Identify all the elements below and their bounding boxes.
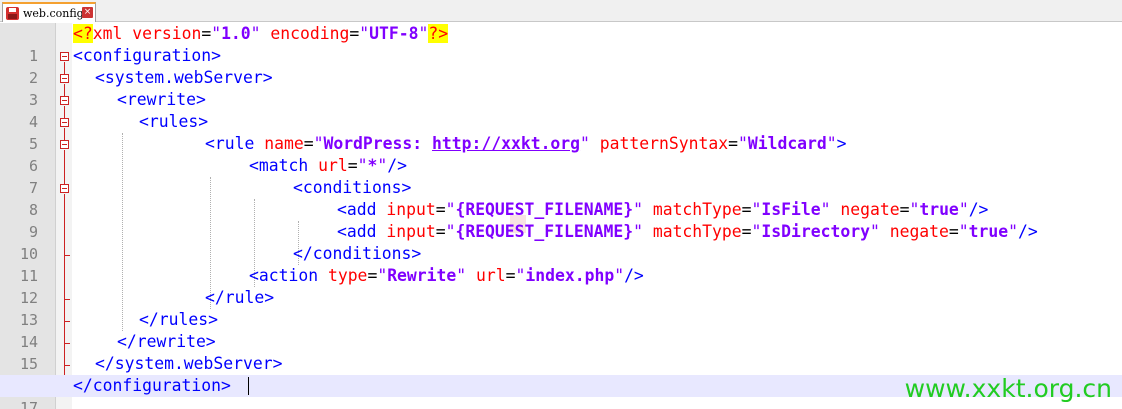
code-text: </system.webServer> — [95, 354, 283, 373]
tab-bar: web.config × — [0, 0, 1122, 22]
code-line: 15 </rewrite> — [0, 331, 1122, 373]
code-text: <add input="{REQUEST_FILENAME}" matchTyp… — [337, 200, 989, 219]
code-line: 4 <rewrite> — [0, 89, 1122, 131]
tab-label: web.config — [23, 6, 84, 20]
save-disk-icon — [6, 6, 19, 20]
code-text: </conditions> — [293, 244, 422, 263]
code-text: </rule> — [205, 288, 275, 307]
code-text: <add input="{REQUEST_FILENAME}" matchTyp… — [337, 222, 1038, 241]
code-text: </rules> — [139, 310, 218, 329]
code-text: <rule name="WordPress: http://xxkt.org" … — [205, 134, 847, 153]
code-text: <system.webServer> — [95, 68, 273, 87]
code-text: </rewrite> — [117, 332, 216, 351]
code-text: <match url="*"/> — [249, 156, 407, 175]
code-text: <configuration> — [73, 46, 222, 65]
code-line: 11 </conditions> — [0, 243, 1122, 285]
code-text: <rules> — [139, 112, 209, 131]
code-line: 6 <rule name="WordPress: http://xxkt.org… — [0, 133, 1122, 175]
code-line: 10 <add input="{REQUEST_FILENAME}" match… — [0, 221, 1122, 263]
code-line: 13 </rule> — [0, 287, 1122, 329]
code-line: 14 </rules> — [0, 309, 1122, 351]
code-text: <action type="Rewrite" url="index.php"/> — [249, 266, 644, 285]
code-text: </configuration> — [73, 376, 231, 395]
code-text: <conditions> — [293, 178, 412, 197]
close-icon[interactable]: × — [82, 7, 93, 18]
code-line: 9 <add input="{REQUEST_FILENAME}" matchT… — [0, 199, 1122, 241]
code-editor[interactable]: 1 <?xml version="1.0" encoding="UTF-8"?>… — [0, 23, 1122, 409]
code-line: 12 <action type="Rewrite" url="index.php… — [0, 265, 1122, 307]
code-line: 16 </system.webServer> — [0, 353, 1122, 395]
code-line: 5 <rules> — [0, 111, 1122, 153]
code-line: 2 <configuration> — [0, 45, 1122, 87]
line-number: 17 — [19, 399, 38, 409]
code-line: 3 <system.webServer> — [0, 67, 1122, 109]
tab-web-config[interactable]: web.config × — [2, 2, 96, 22]
code-text: <?xml version="1.0" encoding="UTF-8"?> — [73, 24, 449, 43]
site-watermark: www.xxkt.org.cn — [904, 374, 1112, 403]
code-line: 1 <?xml version="1.0" encoding="UTF-8"?> — [0, 23, 1122, 65]
code-line: 8 <conditions> — [0, 177, 1122, 219]
text-caret — [248, 377, 249, 395]
url-link[interactable]: http://xxkt.org — [432, 134, 580, 153]
code-text: <rewrite> — [117, 90, 206, 109]
code-line: 7 <match url="*"/> — [0, 155, 1122, 197]
